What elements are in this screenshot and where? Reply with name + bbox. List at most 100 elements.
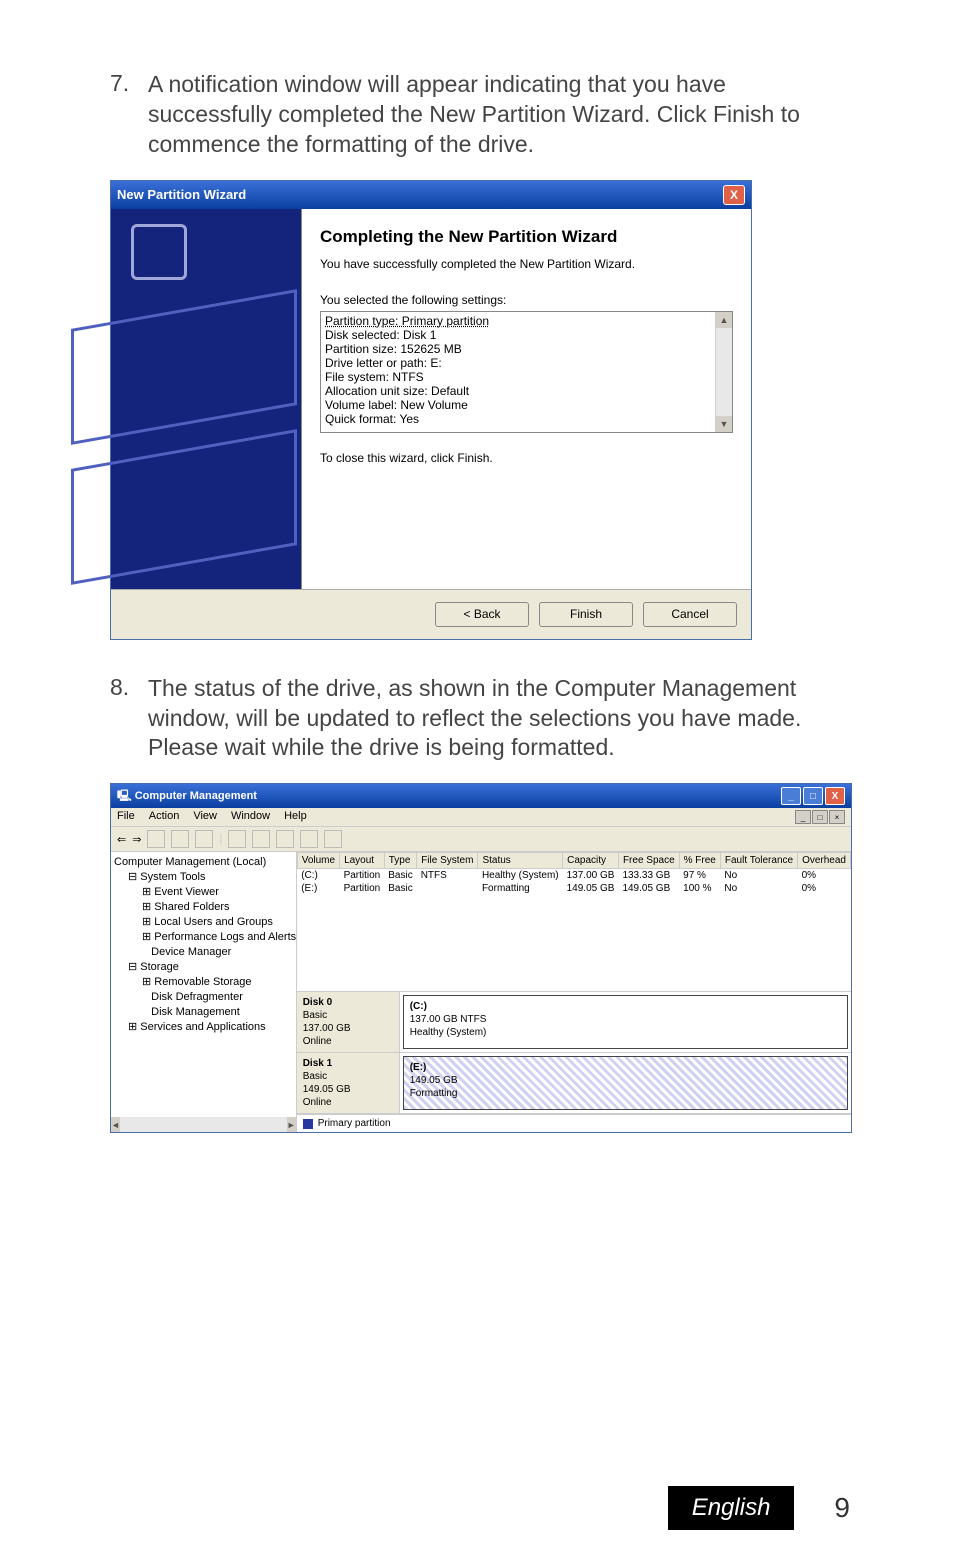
setting-line: Volume label: New Volume xyxy=(325,398,728,412)
setting-line: Drive letter or path: E: xyxy=(325,356,728,370)
menu-action[interactable]: Action xyxy=(149,810,180,824)
titlebar: New Partition Wizard X xyxy=(111,181,751,209)
back-button[interactable]: < Back xyxy=(435,602,529,627)
disk-info: Disk 1 Basic 149.05 GB Online xyxy=(297,1053,400,1113)
scroll-left-icon[interactable]: ◄ xyxy=(111,1117,120,1132)
close-button[interactable]: X xyxy=(723,185,745,205)
nav-back-icon[interactable]: ⇐ xyxy=(117,833,126,846)
setting-line: File system: NTFS xyxy=(325,370,728,384)
scrollbar[interactable]: ▲ ▼ xyxy=(715,312,732,432)
disk-map: Disk 0 Basic 137.00 GB Online (C:) 137.0… xyxy=(297,991,851,1114)
table-row[interactable]: (C:)PartitionBasicNTFSHealthy (System)13… xyxy=(297,869,850,883)
tree-node[interactable]: Disk Defragmenter xyxy=(114,990,293,1005)
scroll-up-icon[interactable]: ▲ xyxy=(716,312,732,328)
mdi-restore[interactable]: □ xyxy=(812,810,828,824)
toolbar-button[interactable] xyxy=(228,830,246,848)
nav-forward-icon[interactable]: ⇒ xyxy=(132,833,141,846)
scroll-right-icon[interactable]: ► xyxy=(287,1117,296,1132)
toolbar-button[interactable] xyxy=(195,830,213,848)
step-8: 8. The status of the drive, as shown in … xyxy=(110,674,850,764)
language-badge: English xyxy=(668,1486,795,1530)
table-row[interactable]: (E:)PartitionBasicFormatting149.05 GB149… xyxy=(297,882,850,895)
close-button[interactable]: X xyxy=(825,787,845,805)
col-header[interactable]: Fault Tolerance xyxy=(720,853,797,869)
col-header[interactable]: Overhead xyxy=(798,853,851,869)
toolbar: ⇐ ⇒ | xyxy=(111,827,851,852)
tree-node[interactable]: Device Manager xyxy=(114,945,293,960)
step-7: 7. A notification window will appear ind… xyxy=(110,70,850,160)
disk-row[interactable]: Disk 0 Basic 137.00 GB Online (C:) 137.0… xyxy=(297,992,851,1053)
setting-line: Allocation unit size: Default xyxy=(325,384,728,398)
computer-management-window: 🖳 Computer Management _ □ X File Action … xyxy=(110,783,852,1133)
page-number: 9 xyxy=(834,1492,850,1524)
menu-help[interactable]: Help xyxy=(284,810,307,824)
partition-block[interactable]: (E:) 149.05 GB Formatting xyxy=(403,1056,848,1110)
mdi-close[interactable]: × xyxy=(829,810,845,824)
col-header[interactable]: Free Space xyxy=(618,853,679,869)
col-header[interactable]: Type xyxy=(384,853,416,869)
maximize-button[interactable]: □ xyxy=(803,787,823,805)
wizard-content: Completing the New Partition Wizard You … xyxy=(302,209,751,589)
col-header[interactable]: Layout xyxy=(340,853,385,869)
menu-file[interactable]: File xyxy=(117,810,135,824)
tree-node[interactable]: Disk Management xyxy=(114,1005,293,1020)
new-partition-wizard-dialog: New Partition Wizard X Completing the Ne… xyxy=(110,180,752,640)
menu-window[interactable]: Window xyxy=(231,810,270,824)
horizontal-scrollbar[interactable]: ◄ ► xyxy=(111,1117,296,1132)
mdi-controls: _ □ × xyxy=(795,810,845,824)
setting-line: Quick format: Yes xyxy=(325,412,728,426)
legend-color-icon xyxy=(303,1119,313,1129)
partition-block[interactable]: (C:) 137.00 GB NTFS Healthy (System) xyxy=(403,995,848,1049)
tree-node[interactable]: Computer Management (Local) xyxy=(114,855,293,870)
col-header[interactable]: Capacity xyxy=(563,853,619,869)
toolbar-button[interactable] xyxy=(147,830,165,848)
menu-view[interactable]: View xyxy=(193,810,217,824)
scroll-down-icon[interactable]: ▼ xyxy=(716,416,732,432)
disk-row[interactable]: Disk 1 Basic 149.05 GB Online (E:) 149.0… xyxy=(297,1053,851,1114)
tree-node[interactable]: ⊞ Event Viewer xyxy=(114,885,293,900)
finish-button[interactable]: Finish xyxy=(539,602,633,627)
tree-pane[interactable]: Computer Management (Local) ⊟ System Too… xyxy=(111,852,297,1132)
step-number: 8. xyxy=(110,674,148,764)
titlebar: 🖳 Computer Management _ □ X xyxy=(111,784,851,808)
tree-node[interactable]: ⊞ Local Users and Groups xyxy=(114,915,293,930)
col-header[interactable]: Volume xyxy=(297,853,339,869)
settings-label: You selected the following settings: xyxy=(320,293,733,307)
toolbar-button[interactable] xyxy=(324,830,342,848)
wizard-subtext: You have successfully completed the New … xyxy=(320,257,733,271)
col-header[interactable]: % Free xyxy=(679,853,720,869)
settings-listbox[interactable]: Partition type: Primary partition Disk s… xyxy=(320,311,733,433)
step-text: The status of the drive, as shown in the… xyxy=(148,674,850,764)
tree-node[interactable]: ⊟ Storage xyxy=(114,960,293,975)
tree-node[interactable]: ⊞ Services and Applications xyxy=(114,1020,293,1035)
wizard-heading: Completing the New Partition Wizard xyxy=(320,227,733,247)
step-number: 7. xyxy=(110,70,148,160)
page-footer: English 9 xyxy=(668,1486,850,1530)
setting-line: Partition size: 152625 MB xyxy=(325,342,728,356)
col-header[interactable]: File System xyxy=(417,853,478,869)
volume-grid[interactable]: Volume Layout Type File System Status Ca… xyxy=(297,852,851,895)
tree-node[interactable]: ⊞ Removable Storage xyxy=(114,975,293,990)
disk-icon xyxy=(131,224,187,280)
legend-label: Primary partition xyxy=(318,1118,391,1129)
step-text: A notification window will appear indica… xyxy=(148,70,850,160)
cancel-button[interactable]: Cancel xyxy=(643,602,737,627)
toolbar-button[interactable] xyxy=(171,830,189,848)
menubar: File Action View Window Help _ □ × xyxy=(111,808,851,827)
disk-info: Disk 0 Basic 137.00 GB Online xyxy=(297,992,400,1052)
mdi-minimize[interactable]: _ xyxy=(795,810,811,824)
wizard-button-row: < Back Finish Cancel xyxy=(111,589,751,639)
close-hint: To close this wizard, click Finish. xyxy=(320,451,733,465)
window-title: 🖳 Computer Management xyxy=(117,787,257,806)
tree-node[interactable]: ⊟ System Tools xyxy=(114,870,293,885)
minimize-button[interactable]: _ xyxy=(781,787,801,805)
setting-line: Partition type: Primary partition xyxy=(325,314,728,328)
toolbar-button[interactable] xyxy=(300,830,318,848)
window-title: New Partition Wizard xyxy=(117,187,246,202)
toolbar-button[interactable] xyxy=(252,830,270,848)
legend: Primary partition xyxy=(297,1114,851,1132)
col-header[interactable]: Status xyxy=(478,853,563,869)
tree-node[interactable]: ⊞ Shared Folders xyxy=(114,900,293,915)
toolbar-button[interactable] xyxy=(276,830,294,848)
tree-node[interactable]: ⊞ Performance Logs and Alerts xyxy=(114,930,293,945)
